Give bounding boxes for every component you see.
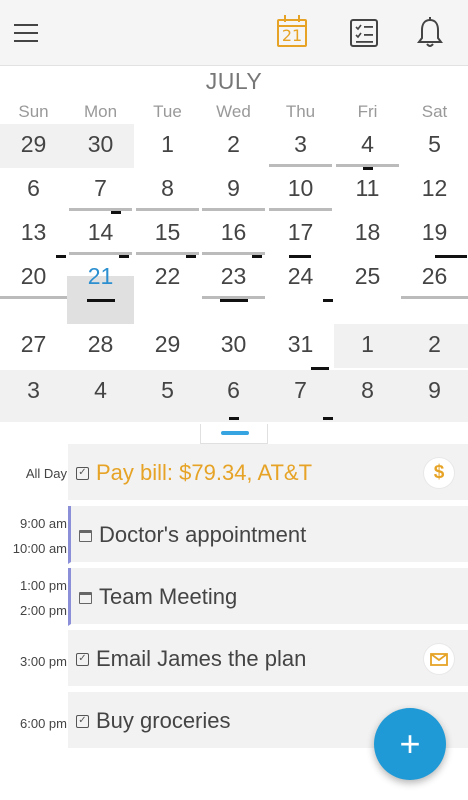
drag-handle-icon (221, 431, 249, 435)
agenda-item[interactable]: Doctor's appointment (68, 506, 468, 564)
day-cell[interactable]: 27 (0, 324, 67, 368)
day-cell[interactable]: 17 (267, 212, 334, 258)
day-cell[interactable]: 6 (200, 370, 267, 422)
day-cell[interactable]: 2 (200, 124, 267, 168)
time-end-label: 2:00 pm (20, 603, 67, 618)
day-cell[interactable]: 2 (401, 324, 468, 368)
day-cell[interactable]: 8 (334, 370, 401, 422)
day-cell[interactable]: 29 (0, 124, 67, 168)
envelope-icon (424, 644, 454, 674)
weekday-mon: Mon (83, 102, 118, 121)
day-cell[interactable]: 1 (334, 324, 401, 368)
bell-icon[interactable] (406, 0, 454, 66)
day-cell[interactable]: 11 (334, 168, 401, 212)
day-cell[interactable]: 13 (0, 212, 67, 258)
day-cell[interactable]: 9 (200, 168, 267, 212)
day-cell[interactable]: 1 (134, 124, 201, 168)
day-cell[interactable]: 8 (134, 168, 201, 212)
day-cell[interactable]: 5 (134, 370, 201, 422)
time-start-label: 1:00 pm (20, 578, 67, 593)
time-end-label: 10:00 am (12, 541, 67, 556)
checkbox-icon[interactable]: ✓ (76, 715, 89, 728)
time-label: All Day (25, 466, 67, 481)
day-cell[interactable]: 23 (200, 256, 267, 302)
day-cell[interactable]: 4 (334, 124, 401, 170)
day-cell[interactable]: 9 (401, 370, 468, 422)
day-cell[interactable]: 7 (67, 168, 134, 214)
weekday-sat: Sat (421, 102, 448, 121)
dollar-icon: $ (424, 458, 454, 488)
task-list-icon[interactable] (340, 0, 388, 66)
weekday-wed: Wed (216, 102, 251, 121)
weekday-sun: Sun (18, 102, 49, 121)
weekday-thu: Thu (285, 102, 316, 121)
day-cell[interactable]: 10 (267, 168, 334, 212)
agenda-item-title: Pay bill: $79.34, AT&T (96, 460, 313, 485)
checkbox-icon[interactable]: ✓ (76, 467, 89, 480)
calendar-icon-day: 21 (281, 26, 303, 45)
day-cell[interactable]: 24 (267, 256, 334, 302)
agenda-item-title: Team Meeting (99, 584, 238, 609)
calendar-view-icon[interactable]: 21 (268, 0, 316, 66)
agenda-item[interactable]: ✓ Pay bill: $79.34, AT&T $ (68, 444, 468, 502)
agenda-item-title: Buy groceries (96, 708, 231, 733)
month-title: JULY (205, 68, 263, 94)
day-cell[interactable]: 20 (0, 256, 67, 300)
top-app-bar: 21 (0, 0, 468, 66)
agenda-item[interactable]: Team Meeting (68, 568, 468, 626)
day-cell[interactable]: 4 (67, 370, 134, 422)
day-cell[interactable]: 18 (334, 212, 401, 256)
day-cell[interactable]: 6 (0, 168, 67, 212)
calendar-event-icon (79, 592, 92, 604)
agenda-item[interactable]: ✓ Email James the plan (68, 630, 468, 688)
time-label: 6:00 pm (20, 716, 67, 731)
day-cell[interactable]: 15 (134, 212, 201, 258)
day-cell[interactable]: 26 (401, 256, 468, 300)
collapse-calendar-handle[interactable] (200, 424, 268, 444)
day-cell[interactable]: 21 (67, 256, 134, 302)
agenda-item-title: Doctor's appointment (99, 522, 307, 547)
day-cell[interactable]: 3 (0, 370, 67, 422)
day-cell[interactable]: 14 (67, 212, 134, 258)
day-cell[interactable]: 30 (200, 324, 267, 368)
day-cell[interactable]: 12 (401, 168, 468, 212)
weekday-fri: Fri (357, 102, 378, 121)
checkbox-icon[interactable]: ✓ (76, 653, 89, 666)
day-cell[interactable]: 28 (67, 324, 134, 368)
day-cell[interactable]: 30 (67, 124, 134, 168)
day-cell[interactable]: 3 (267, 124, 334, 168)
weekday-tue: Tue (153, 102, 182, 121)
day-cell[interactable]: 29 (134, 324, 201, 368)
day-cell[interactable]: 25 (334, 256, 401, 300)
add-button[interactable]: + (374, 708, 446, 780)
day-cell[interactable]: 19 (401, 212, 468, 258)
time-start-label: 9:00 am (20, 516, 67, 531)
day-cell[interactable]: 7 (267, 370, 334, 422)
agenda-item-title: Email James the plan (96, 646, 307, 671)
calendar-event-icon (79, 530, 92, 542)
day-cell[interactable]: 31 (267, 324, 334, 370)
time-label: 3:00 pm (20, 654, 67, 669)
day-cell[interactable]: 5 (401, 124, 468, 168)
day-cell[interactable]: 16 (200, 212, 267, 258)
menu-icon[interactable] (2, 0, 50, 66)
day-cell[interactable]: 22 (134, 256, 201, 300)
